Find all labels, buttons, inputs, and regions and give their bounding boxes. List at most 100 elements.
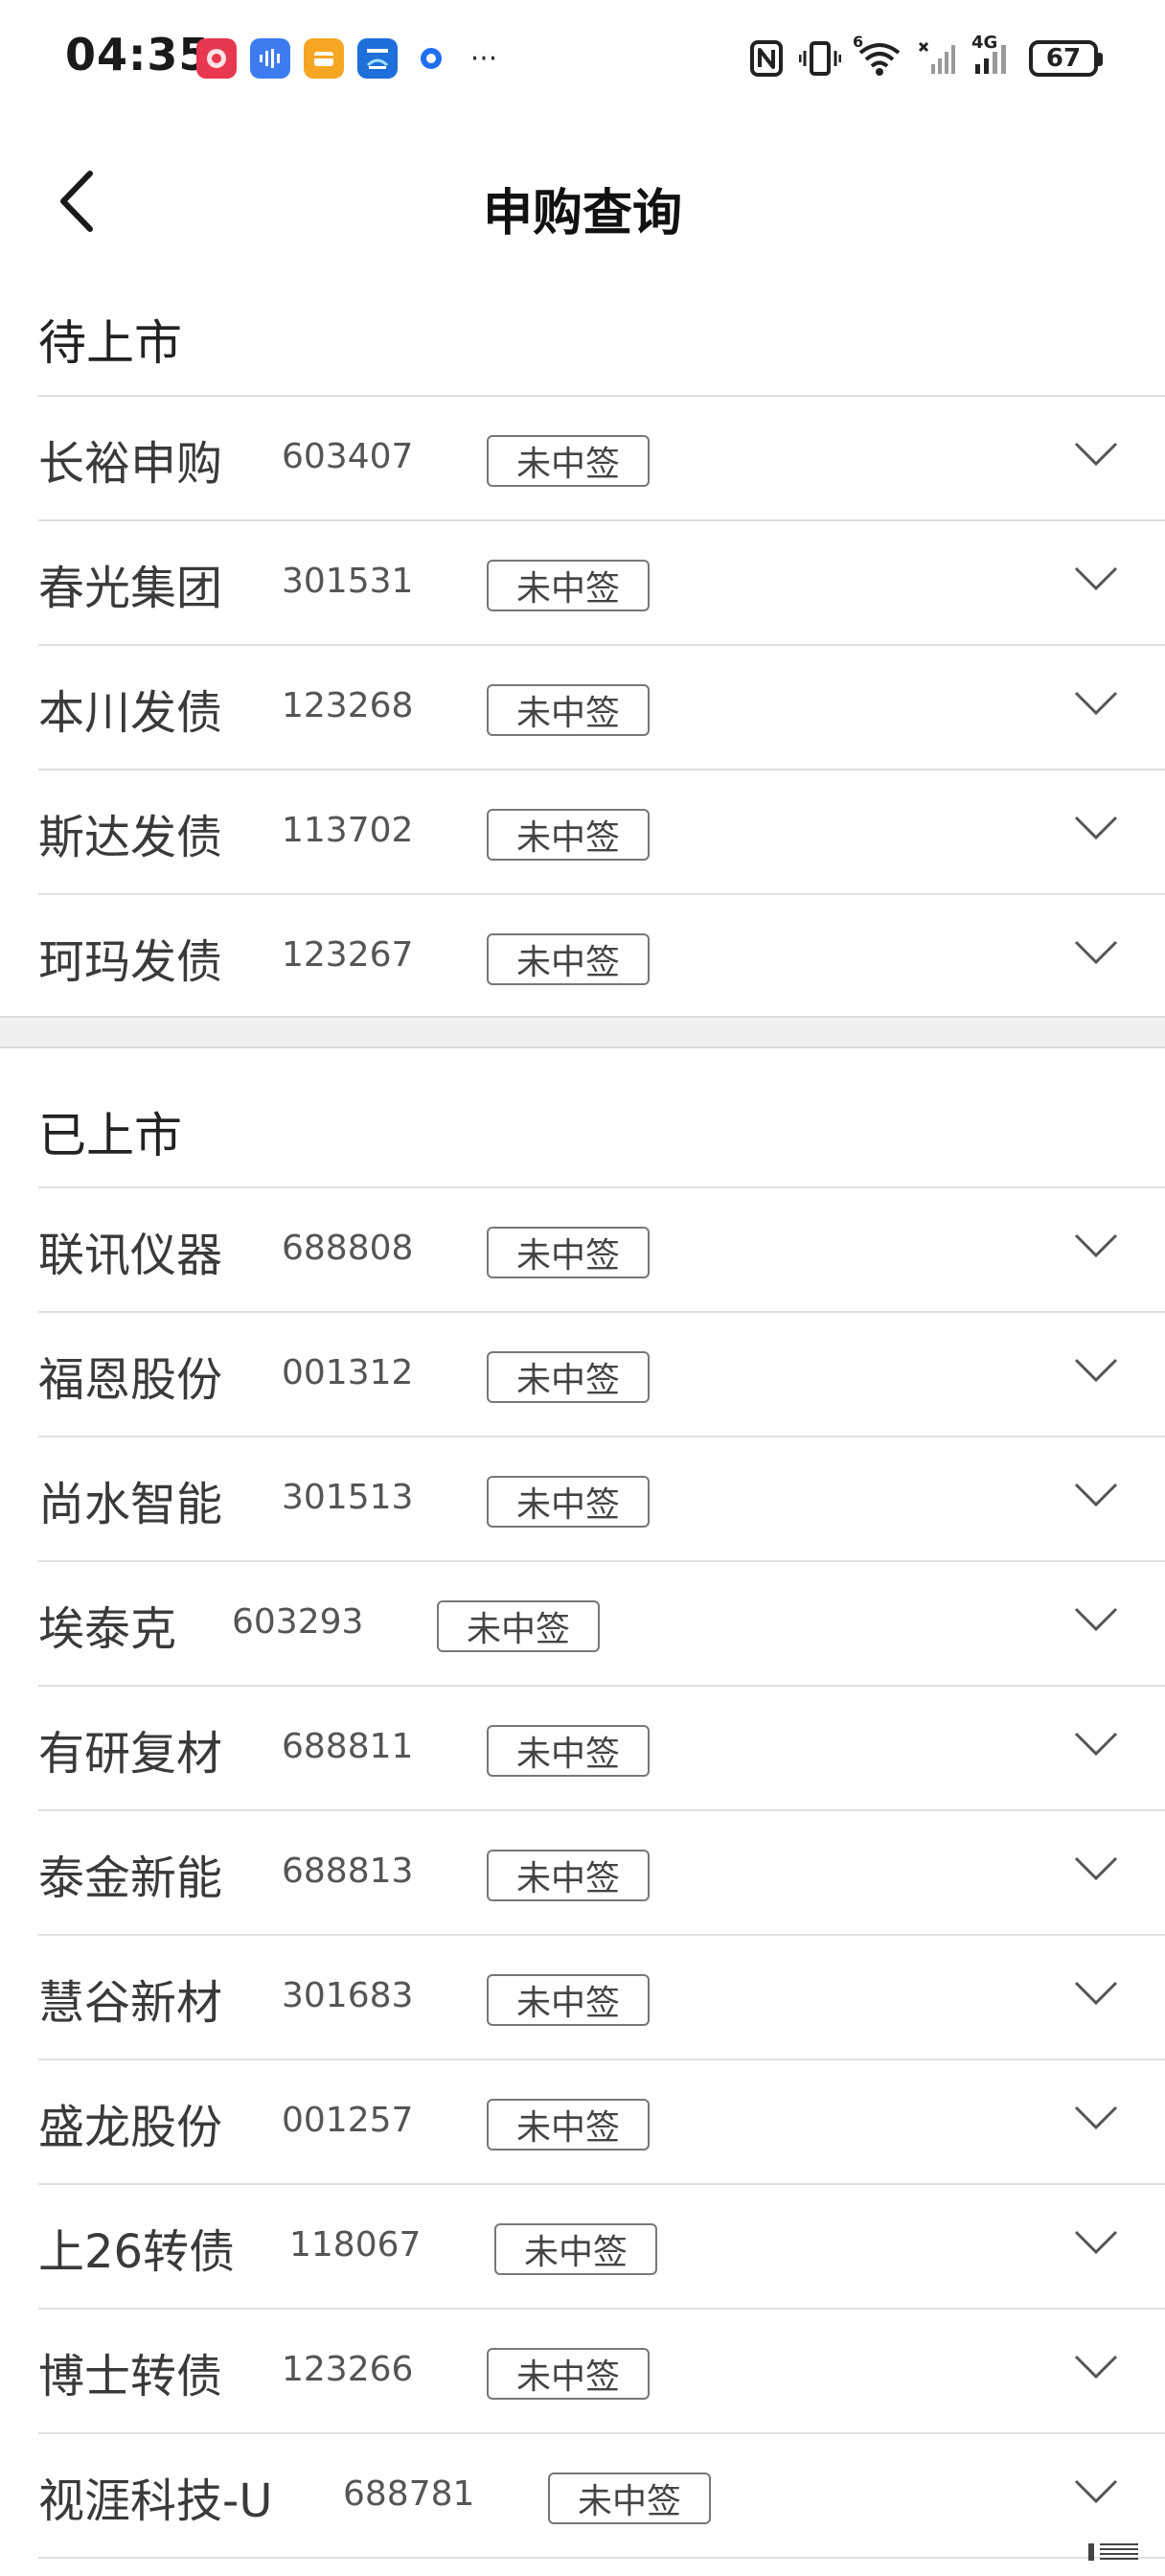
status-badge: 未中签 [487, 684, 650, 736]
chevron-down-icon[interactable] [1073, 1853, 1119, 1884]
stock-name: 泰金新能 [38, 1852, 223, 1905]
stock-name: 盛龙股份 [38, 2101, 223, 2154]
status-time: 04:35 [65, 29, 211, 80]
status-badge: 未中签 [487, 1850, 650, 1901]
chevron-down-icon[interactable] [1073, 2352, 1119, 2382]
list-item[interactable]: 泰金新能 688813 未中签 [38, 1811, 1165, 1936]
status-badge: 未中签 [487, 2099, 650, 2150]
section-title-pending: 待上市 [38, 315, 182, 371]
status-badge: 未中签 [437, 1600, 600, 1652]
chevron-down-icon[interactable] [1073, 1729, 1119, 1760]
stock-code: 123268 [282, 686, 414, 725]
stock-name: 长裕申购 [38, 437, 223, 491]
chevron-down-icon[interactable] [1073, 2476, 1119, 2507]
status-badge: 未中签 [487, 560, 650, 611]
status-badge: 未中签 [487, 435, 650, 487]
status-badge: 未中签 [487, 1725, 650, 1777]
vibrate-icon [799, 36, 841, 80]
list-item[interactable]: 尚水智能 301513 未中签 [38, 1438, 1165, 1562]
list-item[interactable]: 埃泰克 603293 未中签 [38, 1562, 1165, 1687]
scroll-handle-icon[interactable] [1085, 2540, 1142, 2564]
stock-code: 301683 [282, 1976, 414, 2015]
stock-code: 688811 [282, 1727, 414, 1766]
list-item[interactable]: 视涯科技-U 688781 未中签 [38, 2434, 1165, 2559]
list-item[interactable]: 上26转债 118067 未中签 [38, 2185, 1165, 2310]
stock-code: 001257 [282, 2101, 414, 2140]
page-title: 申购查询 [482, 185, 682, 242]
cellular-signal-icon: 4G [971, 33, 1014, 80]
stock-name: 有研复材 [38, 1727, 223, 1781]
pending-list: 长裕申购 603407 未中签 春光集团 301531 未中签 本川发债 123… [38, 395, 1165, 1020]
news-notification-icon [357, 38, 398, 79]
stock-code: 123267 [282, 935, 414, 975]
list-item[interactable]: 福恩股份 001312 未中签 [38, 1313, 1165, 1438]
list-item[interactable]: 盛龙股份 001257 未中签 [38, 2060, 1165, 2185]
chevron-down-icon[interactable] [1073, 813, 1119, 843]
status-badge: 未中签 [548, 2472, 711, 2524]
stock-name: 上26转债 [38, 2225, 236, 2279]
stock-name: 斯达发债 [38, 811, 223, 864]
status-badge: 未中签 [487, 1476, 650, 1528]
stock-code: 603407 [282, 437, 414, 476]
signal-off-icon [918, 36, 956, 80]
chevron-down-icon[interactable] [1073, 439, 1119, 470]
chevron-down-icon[interactable] [1073, 1355, 1119, 1386]
list-item[interactable]: 有研复材 688811 未中签 [38, 1687, 1165, 1811]
status-badge: 未中签 [487, 1974, 650, 2026]
header: 申购查询 [0, 144, 1165, 259]
stock-name: 福恩股份 [38, 1353, 223, 1407]
stock-name: 尚水智能 [38, 1478, 223, 1531]
section-title-listed: 已上市 [38, 1108, 182, 1163]
listed-list: 联讯仪器 688808 未中签 福恩股份 001312 未中签 尚水智能 301… [38, 1186, 1165, 2559]
stock-name: 博士转债 [38, 2350, 223, 2404]
stock-code: 603293 [232, 1602, 364, 1642]
chevron-down-icon[interactable] [1073, 1604, 1119, 1635]
chevron-down-icon[interactable] [1073, 1978, 1119, 2009]
stock-code: 118067 [289, 2225, 422, 2265]
app-notification-icon [196, 38, 237, 79]
stock-code: 113702 [282, 811, 414, 850]
stock-name: 珂玛发债 [38, 935, 223, 989]
stock-code: 301513 [282, 1478, 414, 1517]
chevron-down-icon[interactable] [1073, 688, 1119, 719]
stock-name: 慧谷新材 [38, 1976, 223, 2030]
notification-icons: ··· [196, 38, 503, 79]
circle-notification-icon [411, 38, 451, 79]
nfc-icon [749, 36, 784, 80]
status-badge: 未中签 [494, 2223, 657, 2275]
wallet-notification-icon [304, 38, 344, 79]
list-item[interactable]: 慧谷新材 301683 未中签 [38, 1936, 1165, 2060]
status-bar: 04:35 ··· 6 4G 67 [0, 0, 1165, 115]
stock-name: 视涯科技-U [38, 2474, 273, 2528]
stock-name: 本川发债 [38, 686, 223, 740]
wifi-icon: 6 [853, 33, 902, 80]
list-item[interactable]: 本川发债 123268 未中签 [38, 646, 1165, 770]
chevron-down-icon[interactable] [1073, 2227, 1119, 2258]
list-item[interactable]: 联讯仪器 688808 未中签 [38, 1188, 1165, 1313]
stock-name: 春光集团 [38, 562, 223, 615]
stock-code: 301531 [282, 562, 414, 601]
list-item[interactable]: 珂玛发债 123267 未中签 [38, 895, 1165, 1020]
more-notifications-icon: ··· [469, 41, 498, 76]
status-badge: 未中签 [487, 2348, 650, 2400]
chevron-down-icon[interactable] [1073, 2103, 1119, 2133]
chevron-down-icon[interactable] [1073, 1230, 1119, 1261]
stock-name: 联讯仪器 [38, 1229, 223, 1282]
chevron-down-icon[interactable] [1073, 937, 1119, 968]
stock-code: 688813 [282, 1852, 414, 1891]
list-item[interactable]: 斯达发债 113702 未中签 [38, 770, 1165, 895]
list-item[interactable]: 春光集团 301531 未中签 [38, 521, 1165, 646]
stock-code: 688781 [343, 2474, 475, 2514]
stock-code: 688808 [282, 1229, 414, 1268]
battery-icon: 67 [1029, 40, 1103, 77]
chevron-down-icon[interactable] [1073, 564, 1119, 594]
system-icons: 6 4G 67 [749, 33, 1103, 80]
stock-code: 123266 [282, 2350, 414, 2389]
list-item[interactable]: 博士转债 123266 未中签 [38, 2310, 1165, 2434]
chevron-down-icon[interactable] [1073, 1480, 1119, 1510]
voice-notification-icon [250, 38, 290, 79]
network-type: 4G [971, 33, 998, 53]
status-badge: 未中签 [487, 809, 650, 861]
status-badge: 未中签 [487, 933, 650, 985]
list-item[interactable]: 长裕申购 603407 未中签 [38, 397, 1165, 521]
